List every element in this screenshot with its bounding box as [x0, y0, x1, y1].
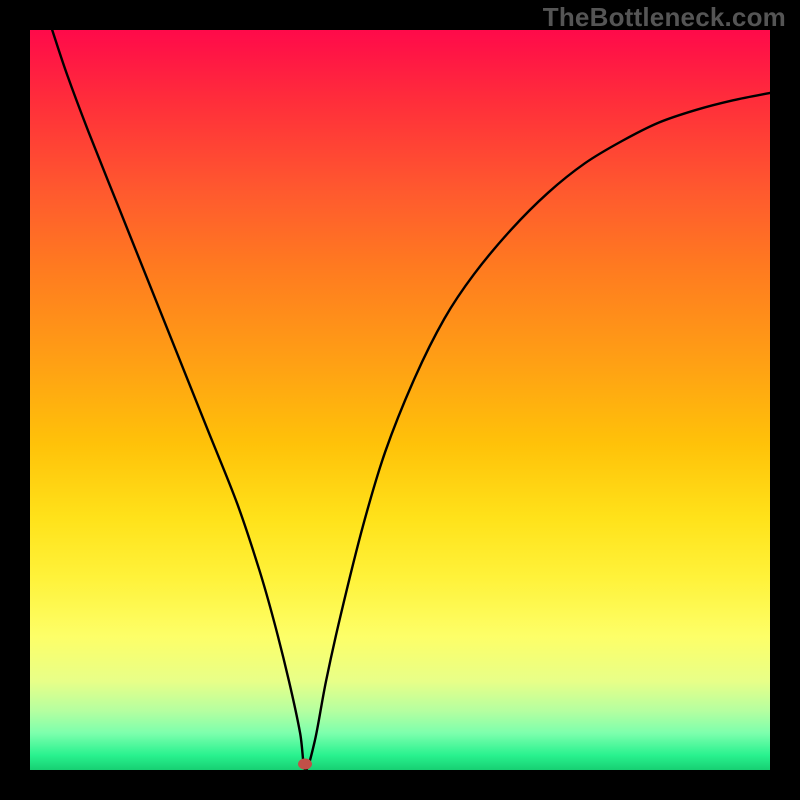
watermark-text: TheBottleneck.com: [543, 2, 786, 33]
curve-layer: [30, 30, 770, 770]
bottleneck-curve: [52, 30, 770, 770]
plot-area: [30, 30, 770, 770]
chart-frame: TheBottleneck.com: [0, 0, 800, 800]
optimum-marker: [298, 759, 312, 770]
